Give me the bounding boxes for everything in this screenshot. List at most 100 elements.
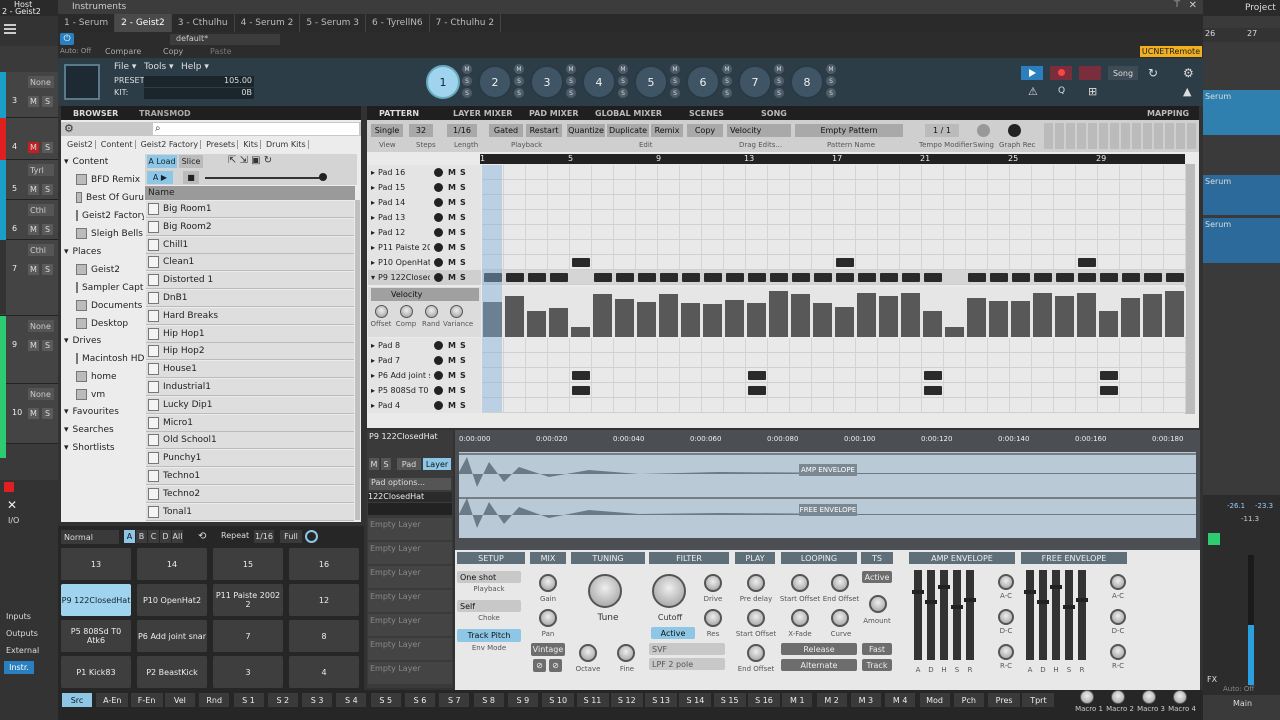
mute-button[interactable]: M	[28, 224, 39, 235]
step-note[interactable]	[748, 273, 766, 282]
empty-layer-slot[interactable]: Empty Layer	[368, 518, 452, 540]
external-button[interactable]: External	[6, 646, 39, 655]
velocity-bar[interactable]	[571, 327, 590, 337]
row-knob[interactable]	[434, 213, 444, 222]
swing-knob[interactable]	[977, 124, 990, 137]
solo-button[interactable]: S	[460, 183, 466, 192]
pattern-row-label[interactable]: ▸P10 OpenHat2MS	[368, 255, 481, 270]
ts-fast-button[interactable]: Fast	[862, 643, 892, 655]
drum-pad[interactable]: 13	[61, 548, 131, 580]
list-item[interactable]: Micro1	[146, 414, 354, 432]
daw-track[interactable]: 4MS	[0, 118, 58, 192]
outputs-button[interactable]: Outputs	[6, 629, 38, 638]
row-knob[interactable]	[434, 183, 444, 192]
ts-active-button[interactable]: Active	[862, 571, 892, 583]
velocity-bar[interactable]	[1099, 310, 1118, 337]
mod-source-button[interactable]: S 16	[748, 693, 780, 707]
velocity-bar[interactable]	[1033, 292, 1052, 337]
velocity-bar[interactable]	[549, 308, 568, 337]
tree-item[interactable]: vm	[76, 386, 144, 403]
env-fader-a[interactable]	[912, 570, 924, 660]
step-note[interactable]	[858, 273, 876, 282]
env-curve-knob[interactable]	[1110, 644, 1126, 660]
drum-pad[interactable]: P2 BeastKick	[137, 656, 207, 688]
engine-msd-button[interactable]: S	[670, 88, 680, 98]
step-note[interactable]	[968, 273, 986, 282]
list-item[interactable]: Punchy1	[146, 450, 354, 468]
empty-layer-slot[interactable]: Empty Layer	[368, 662, 452, 684]
song-button[interactable]: Song	[1108, 66, 1138, 80]
engine-msd-button[interactable]: M	[514, 64, 524, 74]
kit-value[interactable]: 0B	[144, 88, 254, 99]
fader-handle[interactable]	[938, 585, 950, 589]
auto-off[interactable]: Auto: Off	[60, 47, 91, 55]
engine-button[interactable]: 8	[790, 65, 824, 99]
pattern-row-grid[interactable]	[482, 255, 1186, 270]
drum-pad[interactable]: P5 808Sd T0 Atk6	[61, 620, 131, 652]
pin-icon[interactable]: ⊤	[1173, 0, 1181, 10]
tab-browser[interactable]: BROWSER	[73, 109, 139, 118]
instrument-tab[interactable]: 4 - Serum 2	[235, 14, 301, 32]
mute-button[interactable]: M	[369, 458, 379, 470]
velocity-bar[interactable]	[593, 293, 612, 337]
drum-pad[interactable]: 8	[289, 620, 359, 652]
mute-indicator[interactable]	[4, 482, 14, 492]
step-note[interactable]	[594, 273, 612, 282]
step-note[interactable]	[638, 273, 656, 282]
filter-type-select[interactable]: SVF	[649, 643, 725, 655]
view-select[interactable]: Single	[371, 124, 403, 137]
drum-pad[interactable]: P10 OpenHat2	[137, 584, 207, 616]
list-item[interactable]: Big Room1	[146, 201, 354, 218]
drive-knob[interactable]	[704, 574, 722, 592]
grid-icon[interactable]: ⊞	[1088, 85, 1097, 98]
tempo-modifier[interactable]: 1 / 1	[925, 124, 959, 137]
ts-amount-knob[interactable]	[869, 595, 887, 613]
vintage-button[interactable]: Vintage	[531, 643, 565, 656]
mod-source-button[interactable]: S 14	[679, 693, 712, 707]
play-icon[interactable]	[1021, 66, 1043, 80]
list-item[interactable]: Hip Hop2	[146, 343, 354, 361]
solo-button[interactable]: S	[42, 96, 53, 107]
empty-layer-slot[interactable]: Empty Layer	[368, 590, 452, 612]
engine-msd-button[interactable]: M	[618, 64, 628, 74]
env-fader-r[interactable]	[964, 570, 976, 660]
mute-button[interactable]: M	[28, 142, 39, 153]
step-note[interactable]	[1078, 258, 1096, 267]
row-knob[interactable]	[434, 258, 444, 267]
mute-button[interactable]: M	[28, 264, 39, 275]
pattern-row-grid[interactable]	[482, 270, 1186, 285]
velocity-bar[interactable]	[659, 293, 678, 337]
mod-source-button[interactable]: S 1	[233, 693, 264, 707]
pad-bank-tab[interactable]: D	[160, 530, 171, 543]
help-menu[interactable]: Help ▾	[181, 62, 209, 72]
solo-button[interactable]: S	[42, 264, 53, 275]
instr-button[interactable]: Instr.	[4, 661, 34, 674]
pattern-row-label[interactable]: ▸ Pad 7MS	[368, 353, 481, 368]
daw-track[interactable]: 3 M S None	[0, 72, 58, 146]
mod-source-button[interactable]: S 11	[576, 693, 609, 707]
drag-edit-select[interactable]: Velocity	[727, 124, 791, 137]
list-item[interactable]: House1	[146, 361, 354, 379]
velocity-bar[interactable]	[835, 307, 854, 337]
pattern-row-grid[interactable]	[482, 368, 1186, 383]
instrument-tab[interactable]: 3 - Cthulhu	[172, 14, 235, 32]
empty-layer-slot[interactable]: Empty Layer	[368, 542, 452, 564]
breadcrumb-item[interactable]: Geist2	[65, 140, 96, 149]
fader-handle[interactable]	[1037, 600, 1049, 604]
step-note[interactable]	[1056, 273, 1074, 282]
pad-bank-tab[interactable]: All	[172, 530, 183, 543]
pattern-row-grid[interactable]	[482, 180, 1186, 195]
row-knob[interactable]	[434, 243, 444, 252]
copy-button[interactable]: Copy	[163, 47, 183, 56]
step-note[interactable]	[550, 273, 568, 282]
step-note[interactable]	[924, 273, 942, 282]
pattern-row-grid[interactable]	[482, 195, 1186, 210]
mute-button[interactable]: M	[28, 408, 39, 419]
drum-pad[interactable]: 16	[289, 548, 359, 580]
env-fader-h[interactable]	[1050, 570, 1062, 660]
fine-knob[interactable]	[617, 644, 635, 662]
tree-section[interactable]: ▾ Content	[64, 153, 144, 170]
clip-serum-2[interactable]: Serum	[1203, 175, 1280, 215]
tools-menu[interactable]: Tools ▾	[144, 62, 174, 72]
solo-button[interactable]: S	[42, 142, 53, 153]
